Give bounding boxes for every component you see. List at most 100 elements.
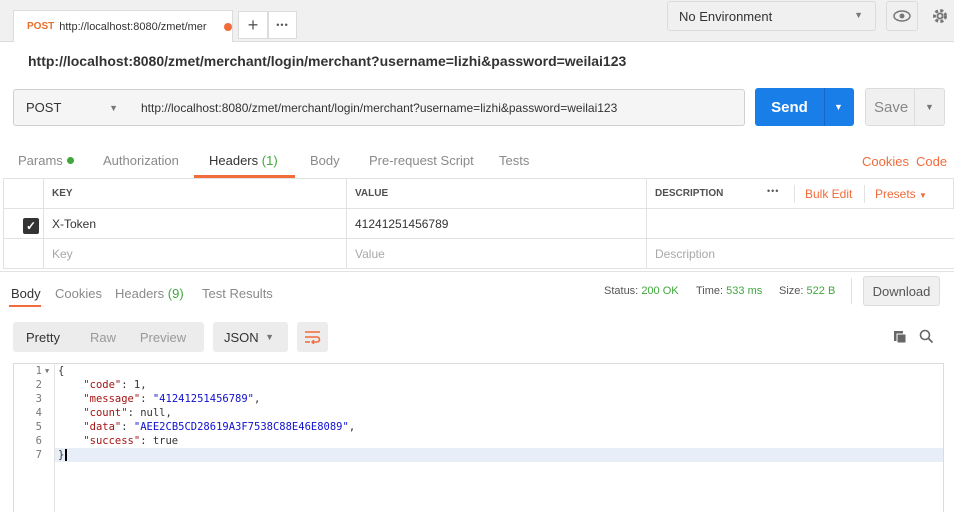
check-icon: ✓ <box>25 219 37 233</box>
code-line: "success": true <box>58 434 178 448</box>
tab-prerequest-script[interactable]: Pre-request Script <box>369 153 474 168</box>
url-input[interactable]: http://localhost:8080/zmet/merchant/logi… <box>130 89 745 126</box>
line-number: 4 <box>35 407 42 419</box>
params-indicator-dot-icon <box>66 157 74 164</box>
response-headers-count: (9) <box>167 286 184 301</box>
json-key: "success" <box>83 435 141 447</box>
divider <box>864 185 865 203</box>
tab-tests[interactable]: Tests <box>499 153 529 168</box>
code-line: "data": "AEE2CB5CD28619A3F7538C88E46E808… <box>83 421 356 433</box>
copy-icon <box>894 331 907 344</box>
cookies-link[interactable]: Cookies <box>862 154 909 169</box>
wrap-lines-button[interactable] <box>297 322 328 352</box>
header-description-cell[interactable] <box>646 209 954 239</box>
download-button[interactable]: Download <box>863 276 940 306</box>
json-key: "data" <box>83 421 122 433</box>
text-cursor <box>65 449 67 461</box>
method-select[interactable]: POST ▼ <box>13 89 131 126</box>
manage-environments-button[interactable] <box>926 1 954 31</box>
status-value: 200 OK <box>641 285 679 297</box>
column-header-value: VALUE <box>346 178 646 209</box>
line-number: 7 <box>35 449 42 461</box>
response-tab-test-results[interactable]: Test Results <box>202 286 273 301</box>
view-mode-group: Pretty Raw Preview <box>13 322 204 352</box>
response-tab-headers[interactable]: Headers (9) <box>115 286 184 301</box>
code-link[interactable]: Code <box>916 154 947 169</box>
json-key: "code" <box>83 379 122 391</box>
new-value-input[interactable]: Value <box>346 239 646 269</box>
row-checkbox-cell <box>3 239 43 269</box>
response-status: Status: 200 OK <box>604 285 679 297</box>
json-string: "41241251456789" <box>152 393 255 405</box>
divider <box>794 185 795 203</box>
unsaved-dot-icon <box>224 22 232 31</box>
code-line: "code": 1, <box>58 378 146 392</box>
divider <box>851 278 852 304</box>
line-number-gutter: 1 ▼ 2 3 4 5 6 7 <box>14 364 55 512</box>
tab-authorization[interactable]: Authorization <box>103 153 179 168</box>
tab-params[interactable]: Params <box>18 153 74 168</box>
bulk-edit-button[interactable]: Bulk Edit <box>805 187 852 201</box>
chevron-down-icon: ▼ <box>265 332 274 342</box>
header-enabled-checkbox[interactable]: ✓ <box>23 218 39 234</box>
chevron-down-icon: ▼ <box>919 191 927 200</box>
response-tab-headers-label: Headers <box>115 286 165 301</box>
status-label: Status: <box>604 285 639 297</box>
wrap-icon <box>305 331 321 344</box>
column-header-key: KEY <box>43 178 346 209</box>
time-value: 533 ms <box>726 285 763 297</box>
active-response-tab-indicator <box>9 305 41 307</box>
gear-icon <box>933 9 947 23</box>
chevron-down-icon: ▼ <box>109 103 118 113</box>
view-raw-button[interactable]: Raw <box>73 330 133 345</box>
send-options-chevron-icon[interactable]: ▼ <box>834 102 843 112</box>
request-tab-method: POST <box>27 21 55 32</box>
response-body-editor[interactable]: 1 ▼ 2 3 4 5 6 7 { "code": 1, "message": … <box>13 363 944 512</box>
request-tab-url: http://localhost:8080/zmet/mer <box>59 20 207 33</box>
code-line: } <box>58 449 65 461</box>
tab-headers[interactable]: Headers (1) <box>209 153 278 168</box>
save-label: Save <box>874 99 909 116</box>
json-key: "message" <box>83 393 141 405</box>
header-key-cell[interactable]: X-Token <box>43 209 346 239</box>
search-button[interactable] <box>919 329 934 347</box>
environment-quick-look-button[interactable] <box>886 1 918 31</box>
request-tab[interactable]: POST http://localhost:8080/zmet/mer <box>13 10 233 42</box>
line-number: 3 <box>35 393 42 405</box>
size-value: 522 B <box>806 285 836 297</box>
header-select-column <box>3 178 43 209</box>
response-size: Size: 522 B <box>779 285 835 297</box>
format-label: JSON <box>224 329 259 345</box>
save-button[interactable]: Save ▼ <box>865 88 945 126</box>
copy-button[interactable] <box>893 330 907 347</box>
response-time: Time: 533 ms <box>696 285 762 297</box>
view-pretty-button[interactable]: Pretty <box>13 330 73 345</box>
header-value-cell[interactable]: 41241251456789 <box>346 209 646 239</box>
method-label: POST <box>26 100 62 115</box>
json-key: "count" <box>83 407 128 419</box>
presets-button[interactable]: Presets ▼ <box>875 187 927 201</box>
tab-more-button[interactable]: ••• <box>268 11 297 39</box>
new-tab-button[interactable]: + <box>238 11 268 39</box>
save-divider <box>914 89 915 125</box>
response-tab-body[interactable]: Body <box>11 286 41 301</box>
tab-body[interactable]: Body <box>310 153 340 168</box>
response-tab-cookies[interactable]: Cookies <box>55 286 102 301</box>
save-options-chevron-icon[interactable]: ▼ <box>925 102 934 112</box>
new-description-input[interactable]: Description <box>646 239 954 269</box>
active-line-highlight <box>14 448 943 462</box>
view-preview-button[interactable]: Preview <box>133 330 193 345</box>
send-button[interactable]: Send ▼ <box>755 88 854 126</box>
format-select[interactable]: JSON ▼ <box>213 322 288 352</box>
line-number: 1 <box>35 365 42 377</box>
size-label: Size: <box>779 285 804 297</box>
json-string: "AEE2CB5CD28619A3F7538C88E46E8089" <box>133 421 349 433</box>
table-more-button[interactable]: ••• <box>767 186 779 196</box>
environment-select[interactable]: No Environment ▼ <box>667 1 876 31</box>
new-key-input[interactable]: Key <box>43 239 346 269</box>
line-number: 6 <box>35 435 42 447</box>
line-number: 2 <box>35 379 42 391</box>
headers-count: (1) <box>261 153 278 168</box>
request-title: http://localhost:8080/zmet/merchant/logi… <box>28 53 627 69</box>
fold-toggle-icon[interactable]: ▼ <box>45 364 49 378</box>
